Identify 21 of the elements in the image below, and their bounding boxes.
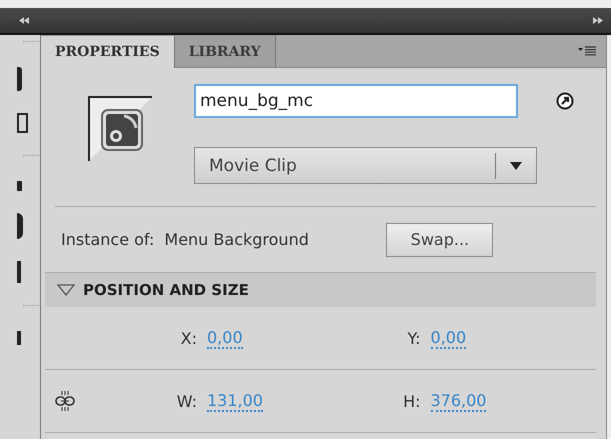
instance-name-field[interactable]: menu_bg_mc — [194, 84, 518, 118]
section-header[interactable]: POSITION AND SIZE — [45, 273, 596, 307]
symbol-type-dropdown[interactable]: Movie Clip — [194, 147, 537, 184]
property-label: H: — [402, 392, 420, 410]
arrow-circle-icon[interactable] — [556, 92, 574, 110]
panel-tab[interactable]: PROPERTIES — [41, 35, 175, 68]
swap-button[interactable]: Swap... — [386, 222, 494, 256]
expand-icon[interactable] — [593, 17, 603, 24]
collapse-icon[interactable] — [19, 17, 29, 24]
disclosure-triangle-icon[interactable] — [57, 284, 75, 296]
panel-menu-icon[interactable] — [578, 46, 596, 56]
panel-tab[interactable]: LIBRARY — [174, 35, 276, 67]
chain-link-icon[interactable] — [54, 390, 76, 412]
movie-clip-symbol-icon — [88, 96, 154, 162]
instance-of-value: Menu Background — [164, 230, 310, 249]
property-label: Y: — [406, 328, 420, 348]
property-label: X: — [180, 328, 197, 348]
instance-of-label: Instance of: — [61, 230, 154, 249]
section-title: POSITION AND SIZE — [83, 281, 249, 299]
property-label: W: — [176, 392, 197, 410]
caret-icon[interactable] — [510, 162, 522, 170]
